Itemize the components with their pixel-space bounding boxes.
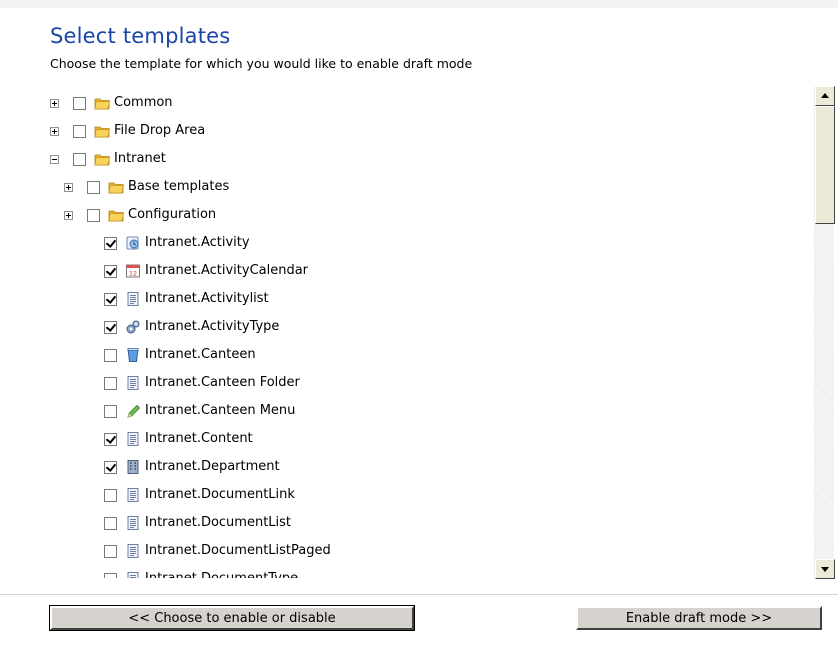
choose-enable-disable-button[interactable]: << Choose to enable or disable xyxy=(49,605,415,631)
node-label: Intranet.DocumentList xyxy=(145,515,292,530)
node-label: Common xyxy=(114,95,173,110)
node-label: Intranet.Content xyxy=(145,431,253,446)
node-checkbox[interactable] xyxy=(87,180,100,194)
node-checkbox[interactable] xyxy=(104,376,117,390)
folder-icon xyxy=(94,151,110,167)
activity-icon xyxy=(125,235,141,251)
node-checkbox[interactable] xyxy=(104,516,117,530)
node-checkbox[interactable] xyxy=(104,320,117,334)
enable-draft-mode-button[interactable]: Enable draft mode >> xyxy=(576,606,822,630)
tree-node[interactable]: Intranet.Content xyxy=(104,429,253,449)
node-label: Configuration xyxy=(128,207,217,222)
tree-node[interactable]: Common xyxy=(50,93,173,113)
tree-node[interactable]: 12 Intranet.ActivityCalendar xyxy=(104,261,308,281)
tree-node[interactable]: Intranet.ActivityType xyxy=(104,317,279,337)
document-icon xyxy=(125,515,141,531)
folder-icon xyxy=(94,95,110,111)
node-label: Intranet.DocumentLink xyxy=(145,487,295,502)
building-icon xyxy=(125,459,141,475)
arrow-down-icon xyxy=(821,567,829,572)
tree-node[interactable]: Intranet.Department xyxy=(104,457,280,477)
document-icon xyxy=(125,291,141,307)
top-strip xyxy=(0,0,838,8)
document-icon xyxy=(125,543,141,559)
cup-icon xyxy=(125,347,141,363)
tree-scrollbar[interactable] xyxy=(814,86,835,579)
folder-icon xyxy=(108,179,124,195)
node-checkbox[interactable] xyxy=(87,208,100,222)
node-label: Intranet.Activitylist xyxy=(145,291,269,306)
tree-node[interactable]: Intranet.Canteen xyxy=(104,345,256,365)
node-label: Intranet.Department xyxy=(145,459,280,474)
tree-node[interactable]: Configuration xyxy=(64,205,216,225)
tree-node[interactable]: Intranet.Canteen Folder xyxy=(104,373,300,393)
tree-node[interactable]: Intranet.DocumentListPaged xyxy=(104,541,331,561)
tree-node[interactable]: Base templates xyxy=(64,177,229,197)
node-label: Intranet.ActivityCalendar xyxy=(145,263,309,278)
node-checkbox[interactable] xyxy=(104,264,117,278)
node-checkbox[interactable] xyxy=(104,544,117,558)
node-label: Intranet.Canteen Folder xyxy=(145,375,300,390)
folder-icon xyxy=(94,123,110,139)
document-icon xyxy=(125,571,141,578)
document-icon xyxy=(125,375,141,391)
tree-node[interactable]: Intranet xyxy=(50,149,166,169)
tree-node[interactable]: Intranet.DocumentList xyxy=(104,513,291,533)
node-label: Intranet xyxy=(114,151,166,166)
node-label: Intranet.Activity xyxy=(145,235,250,250)
page-title: Select templates xyxy=(50,24,231,48)
document-icon xyxy=(125,431,141,447)
template-tree: Common File Drop Area Intranet Base templat… xyxy=(50,88,810,578)
document-icon xyxy=(125,487,141,503)
expand-icon[interactable] xyxy=(50,126,59,136)
expand-icon[interactable] xyxy=(50,98,59,108)
tree-node[interactable]: File Drop Area xyxy=(50,121,205,141)
node-checkbox[interactable] xyxy=(104,236,117,250)
node-checkbox[interactable] xyxy=(104,432,117,446)
tree-node[interactable]: Intranet.DocumentType xyxy=(104,569,298,578)
tree-node[interactable]: Intranet.Canteen Menu xyxy=(104,401,295,421)
expand-icon[interactable] xyxy=(64,210,73,220)
collapse-icon[interactable] xyxy=(50,154,59,164)
node-checkbox[interactable] xyxy=(104,488,117,502)
arrow-up-icon xyxy=(821,93,829,98)
node-checkbox[interactable] xyxy=(104,572,117,578)
scroll-up-button[interactable] xyxy=(815,86,835,106)
pencil-icon xyxy=(125,403,141,419)
page-subtitle: Choose the template for which you would … xyxy=(50,56,473,71)
scroll-down-button[interactable] xyxy=(815,559,835,579)
node-label: Intranet.DocumentType xyxy=(145,571,298,578)
node-label: Intranet.Canteen xyxy=(145,347,256,362)
node-label: Intranet.Canteen Menu xyxy=(145,403,296,418)
expand-icon[interactable] xyxy=(64,182,73,192)
node-label: Base templates xyxy=(128,179,230,194)
node-label: File Drop Area xyxy=(114,123,206,138)
tree-node[interactable]: Intranet.Activitylist xyxy=(104,289,269,309)
scroll-thumb[interactable] xyxy=(815,106,835,224)
node-label: Intranet.ActivityType xyxy=(145,319,280,334)
gears-icon xyxy=(125,319,141,335)
tree-node[interactable]: Intranet.DocumentLink xyxy=(104,485,295,505)
calendar-icon: 12 xyxy=(125,263,141,279)
tree-node[interactable]: Intranet.Activity xyxy=(104,233,250,253)
node-checkbox[interactable] xyxy=(104,404,117,418)
footer-divider xyxy=(0,594,838,595)
node-checkbox[interactable] xyxy=(73,152,86,166)
node-checkbox[interactable] xyxy=(104,348,117,362)
node-checkbox[interactable] xyxy=(104,292,117,306)
node-checkbox[interactable] xyxy=(73,96,86,110)
node-checkbox[interactable] xyxy=(104,460,117,474)
node-label: Intranet.DocumentListPaged xyxy=(145,543,331,558)
svg-text:12: 12 xyxy=(129,270,137,278)
node-checkbox[interactable] xyxy=(73,124,86,138)
folder-icon xyxy=(108,207,124,223)
